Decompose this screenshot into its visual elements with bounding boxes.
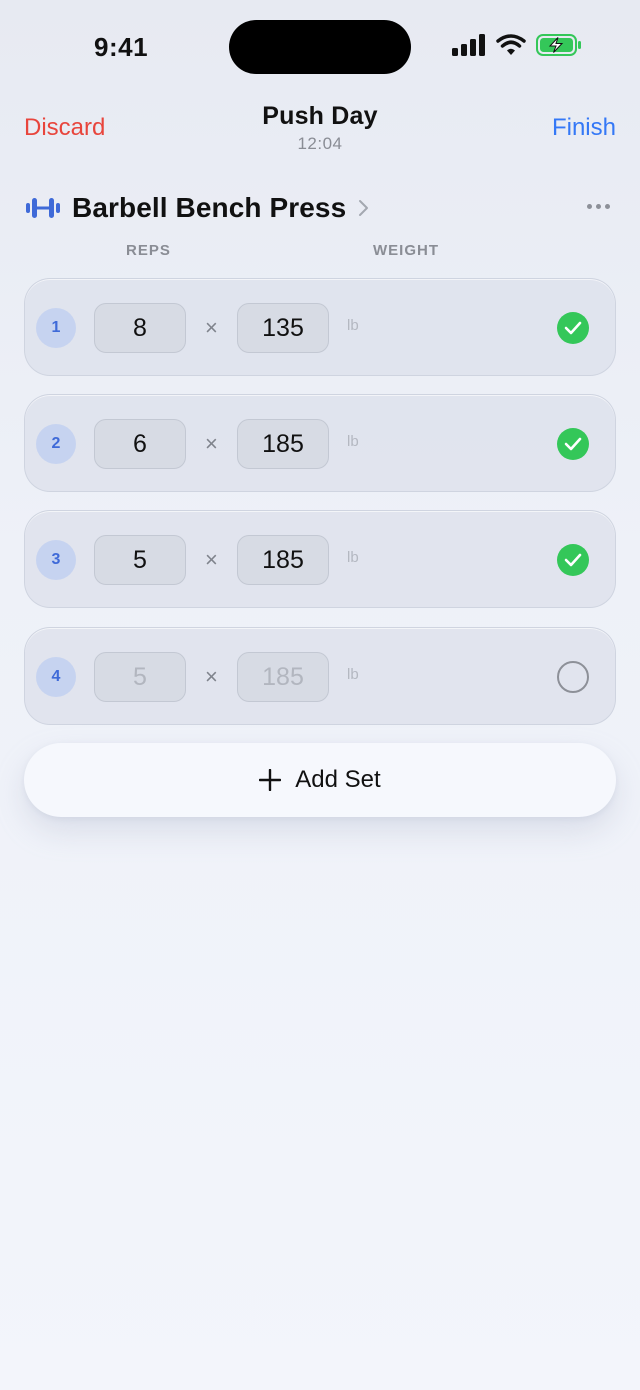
checkmark-icon (564, 437, 582, 451)
workout-title: Push Day (262, 102, 378, 130)
battery-charging-icon (536, 34, 581, 56)
more-options-button[interactable] (580, 194, 616, 218)
weight-unit: lb (347, 549, 359, 566)
cellular-signal-icon (452, 34, 485, 56)
times-symbol: × (205, 315, 218, 340)
dumbbell-icon (26, 198, 60, 218)
status-time: 9:41 (94, 32, 149, 62)
exercise-header[interactable]: Barbell Bench Press (24, 186, 616, 230)
workout-nav-bar: Discard Push Day 12:04 Finish (0, 96, 640, 166)
weight-column-header: WEIGHT (373, 242, 439, 259)
set-row: 1 8 × 135 lb (24, 278, 616, 376)
status-bar: 9:41 (0, 0, 640, 96)
weight-unit: lb (347, 433, 359, 450)
weight-input[interactable]: 185 (237, 419, 329, 469)
weight-unit: lb (347, 317, 359, 334)
status-icons (452, 34, 582, 56)
set-row: 2 6 × 185 lb (24, 394, 616, 492)
checkmark-icon (564, 553, 582, 567)
weight-input[interactable]: 185 (237, 652, 329, 702)
reps-input[interactable]: 5 (94, 652, 186, 702)
checkmark-icon (564, 321, 582, 335)
times-symbol: × (205, 547, 218, 572)
reps-input[interactable]: 6 (94, 419, 186, 469)
set-complete-toggle[interactable] (557, 312, 589, 344)
exercise-name[interactable]: Barbell Bench Press (72, 192, 346, 224)
set-number-badge: 4 (36, 657, 76, 697)
set-complete-toggle[interactable] (557, 428, 589, 460)
weight-input[interactable]: 135 (237, 303, 329, 353)
times-symbol: × (205, 431, 218, 456)
weight-input[interactable]: 185 (237, 535, 329, 585)
dynamic-island (229, 20, 411, 74)
set-complete-toggle[interactable] (557, 544, 589, 576)
set-row: 4 5 × 185 lb (24, 627, 616, 725)
set-number-badge: 1 (36, 308, 76, 348)
workout-elapsed-time: 12:04 (297, 134, 343, 153)
set-column-headers: REPS WEIGHT (0, 242, 640, 262)
add-set-button[interactable]: Add Set (24, 743, 616, 817)
set-number-badge: 3 (36, 540, 76, 580)
reps-input[interactable]: 5 (94, 535, 186, 585)
finish-button[interactable]: Finish (552, 114, 616, 142)
wifi-icon (496, 34, 526, 55)
chevron-right-icon[interactable] (358, 199, 370, 217)
set-row: 3 5 × 185 lb (24, 510, 616, 608)
set-number-badge: 2 (36, 424, 76, 464)
reps-column-header: REPS (126, 242, 171, 259)
add-set-label: Add Set (295, 766, 381, 793)
weight-unit: lb (347, 666, 359, 683)
ellipsis-icon (586, 203, 592, 209)
set-complete-toggle[interactable] (557, 661, 589, 693)
plus-icon (259, 769, 282, 791)
reps-input[interactable]: 8 (94, 303, 186, 353)
times-symbol: × (205, 664, 218, 689)
